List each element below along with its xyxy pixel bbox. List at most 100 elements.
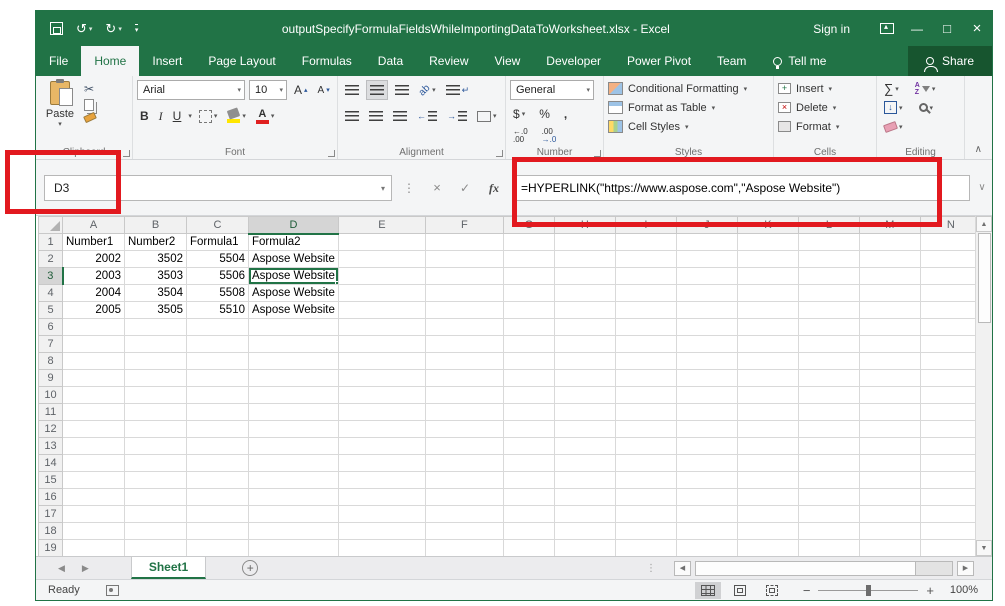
- collapse-ribbon-icon[interactable]: ∧: [975, 144, 982, 155]
- cell-M3[interactable]: [859, 268, 920, 285]
- cell-I11[interactable]: [615, 404, 676, 421]
- cell-K6[interactable]: [737, 319, 798, 336]
- close-button[interactable]: ×: [962, 11, 992, 46]
- cell-F14[interactable]: [425, 455, 503, 472]
- cell-C1[interactable]: Formula1: [187, 234, 249, 251]
- cell-L2[interactable]: [798, 251, 859, 268]
- row-header-2[interactable]: 2: [39, 251, 63, 268]
- cell-L4[interactable]: [798, 285, 859, 302]
- cell-I18[interactable]: [615, 523, 676, 540]
- cell-K3[interactable]: [737, 268, 798, 285]
- italic-button[interactable]: I: [156, 106, 166, 126]
- align-right-button[interactable]: [390, 106, 410, 126]
- row-header-18[interactable]: 18: [39, 523, 63, 540]
- wrap-text-button[interactable]: ↵: [443, 80, 473, 100]
- scroll-left-icon[interactable]: ◀: [674, 561, 691, 576]
- cell-D3[interactable]: Aspose Website: [249, 268, 339, 285]
- cell-N14[interactable]: [920, 455, 981, 472]
- cell-D4[interactable]: Aspose Website: [249, 285, 339, 302]
- cell-N2[interactable]: [920, 251, 981, 268]
- cell-K11[interactable]: [737, 404, 798, 421]
- cell-B18[interactable]: [125, 523, 187, 540]
- cell-M10[interactable]: [859, 387, 920, 404]
- cell-L14[interactable]: [798, 455, 859, 472]
- cell-M6[interactable]: [859, 319, 920, 336]
- cell-H13[interactable]: [554, 438, 615, 455]
- horizontal-scrollbar[interactable]: ⋮ ◀ ▶: [646, 557, 992, 579]
- cell-I19[interactable]: [615, 540, 676, 557]
- cell-I7[interactable]: [615, 336, 676, 353]
- row-header-19[interactable]: 19: [39, 540, 63, 557]
- maximize-button[interactable]: □: [932, 11, 962, 46]
- orientation-button[interactable]: ab▾: [416, 80, 439, 100]
- accounting-format-button[interactable]: $▾: [510, 104, 528, 124]
- cell-M19[interactable]: [859, 540, 920, 557]
- cell-N7[interactable]: [920, 336, 981, 353]
- cell-J18[interactable]: [676, 523, 737, 540]
- percent-style-button[interactable]: %: [536, 104, 553, 124]
- cell-G16[interactable]: [503, 489, 554, 506]
- comma-style-button[interactable]: ,: [561, 104, 570, 124]
- cell-I13[interactable]: [615, 438, 676, 455]
- row-header-4[interactable]: 4: [39, 285, 63, 302]
- minimize-button[interactable]: —: [902, 11, 932, 46]
- cell-B12[interactable]: [125, 421, 187, 438]
- cell-H18[interactable]: [554, 523, 615, 540]
- cell-A17[interactable]: [63, 506, 125, 523]
- cell-E16[interactable]: [338, 489, 425, 506]
- cell-B14[interactable]: [125, 455, 187, 472]
- cell-B6[interactable]: [125, 319, 187, 336]
- cell-A8[interactable]: [63, 353, 125, 370]
- cell-B1[interactable]: Number2: [125, 234, 187, 251]
- cell-G10[interactable]: [503, 387, 554, 404]
- col-header-G[interactable]: G: [503, 217, 554, 234]
- cell-D12[interactable]: [249, 421, 339, 438]
- cell-E17[interactable]: [338, 506, 425, 523]
- cell-G12[interactable]: [503, 421, 554, 438]
- cell-C4[interactable]: 5508: [187, 285, 249, 302]
- font-name-combo[interactable]: Arial▾: [137, 80, 245, 100]
- vertical-scrollbar[interactable]: ▲ ▼: [975, 216, 992, 556]
- cell-I14[interactable]: [615, 455, 676, 472]
- cell-F4[interactable]: [425, 285, 503, 302]
- cell-A2[interactable]: 2002: [63, 251, 125, 268]
- cell-H4[interactable]: [554, 285, 615, 302]
- copy-icon[interactable]: [84, 99, 94, 111]
- sheet-nav-left-icon[interactable]: ◀: [58, 563, 65, 574]
- cell-I1[interactable]: [615, 234, 676, 251]
- cell-L12[interactable]: [798, 421, 859, 438]
- tab-home[interactable]: Home: [81, 46, 139, 76]
- cell-G8[interactable]: [503, 353, 554, 370]
- cell-B8[interactable]: [125, 353, 187, 370]
- cell-D2[interactable]: Aspose Website: [249, 251, 339, 268]
- col-header-N[interactable]: N: [920, 217, 981, 234]
- cell-H11[interactable]: [554, 404, 615, 421]
- number-format-combo[interactable]: General▾: [510, 80, 594, 100]
- cell-I8[interactable]: [615, 353, 676, 370]
- scroll-down-icon[interactable]: ▼: [976, 540, 992, 556]
- zoom-in-icon[interactable]: +: [926, 583, 934, 598]
- cell-M4[interactable]: [859, 285, 920, 302]
- col-header-K[interactable]: K: [737, 217, 798, 234]
- save-icon[interactable]: [50, 22, 63, 35]
- cell-N11[interactable]: [920, 404, 981, 421]
- shrink-font-button[interactable]: A▾: [315, 80, 333, 100]
- cell-D16[interactable]: [249, 489, 339, 506]
- cell-I17[interactable]: [615, 506, 676, 523]
- cell-B10[interactable]: [125, 387, 187, 404]
- cell-E1[interactable]: [338, 234, 425, 251]
- bold-button[interactable]: B: [137, 106, 152, 126]
- cell-M14[interactable]: [859, 455, 920, 472]
- cell-A4[interactable]: 2004: [63, 285, 125, 302]
- cell-C3[interactable]: 5506: [187, 268, 249, 285]
- cell-F11[interactable]: [425, 404, 503, 421]
- cell-L3[interactable]: [798, 268, 859, 285]
- cell-N16[interactable]: [920, 489, 981, 506]
- align-bottom-button[interactable]: [392, 80, 412, 100]
- select-all-corner[interactable]: [39, 217, 63, 234]
- cell-I16[interactable]: [615, 489, 676, 506]
- cell-L11[interactable]: [798, 404, 859, 421]
- share-button[interactable]: Share: [908, 46, 992, 76]
- cell-G3[interactable]: [503, 268, 554, 285]
- row-header-6[interactable]: 6: [39, 319, 63, 336]
